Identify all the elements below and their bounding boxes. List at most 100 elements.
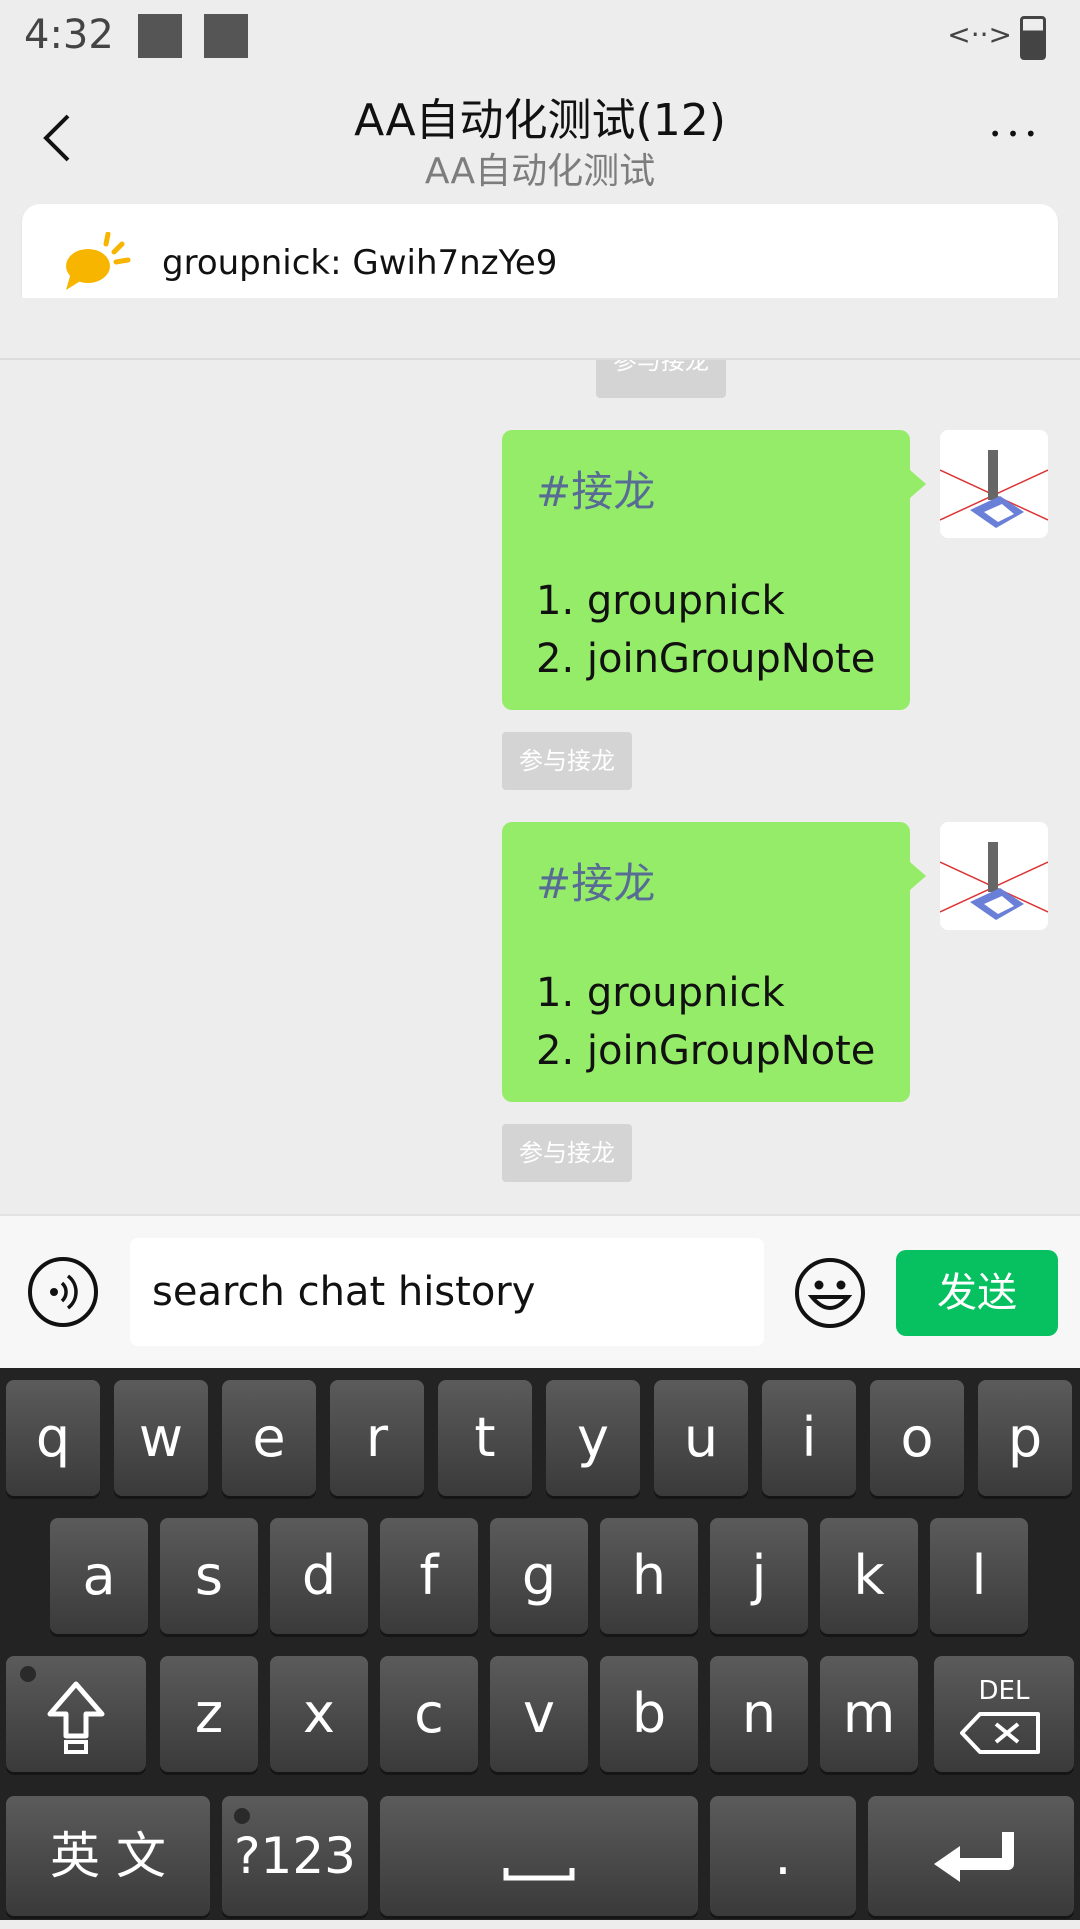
period-key[interactable]: . xyxy=(710,1796,856,1916)
key-u[interactable]: u xyxy=(654,1380,748,1496)
message-line: 2. joinGroupNote xyxy=(536,1028,876,1074)
key-d[interactable]: d xyxy=(270,1518,368,1634)
space-key[interactable] xyxy=(380,1796,698,1916)
keyboard: q w e r t y u i o p a s d f g h j k l z … xyxy=(0,1368,1080,1920)
key-label: d xyxy=(301,1544,337,1607)
key-s[interactable]: s xyxy=(160,1518,258,1634)
delete-key-label: DEL xyxy=(978,1676,1030,1706)
key-label: x xyxy=(303,1682,335,1745)
key-label: k xyxy=(853,1544,885,1607)
status-time: 4:32 xyxy=(24,12,114,58)
chat-bubble[interactable]: #接龙 1. groupnick 2. joinGroupNote xyxy=(502,430,910,710)
key-b[interactable]: b xyxy=(600,1656,698,1772)
key-label: b xyxy=(631,1682,667,1745)
language-key[interactable]: 英 文 xyxy=(6,1796,210,1916)
message-line: 2. joinGroupNote xyxy=(536,636,876,682)
key-label: 英 文 xyxy=(50,1827,166,1885)
key-label: u xyxy=(683,1406,719,1469)
notice-text: groupnick: Gwih7nzYe9 xyxy=(162,243,558,283)
join-chain-tag-label: 参与接龙 xyxy=(519,1139,615,1167)
more-icon: ••• xyxy=(989,122,1043,146)
key-l[interactable]: l xyxy=(930,1518,1028,1634)
key-label: n xyxy=(741,1682,777,1745)
join-chain-tag-label: 参与接龙 xyxy=(519,747,615,775)
space-icon xyxy=(503,1868,575,1881)
key-p[interactable]: p xyxy=(978,1380,1072,1496)
notification-icon xyxy=(138,14,182,58)
key-q[interactable]: q xyxy=(6,1380,100,1496)
key-v[interactable]: v xyxy=(490,1656,588,1772)
enter-key[interactable] xyxy=(868,1796,1074,1916)
shift-icon xyxy=(20,1666,105,1754)
message-line: 1. groupnick xyxy=(536,970,785,1016)
bubble-tail xyxy=(910,862,926,890)
avatar[interactable] xyxy=(940,822,1048,930)
key-label: p xyxy=(1007,1406,1043,1469)
symbols-key[interactable]: ?123 xyxy=(222,1796,368,1916)
key-k[interactable]: k xyxy=(820,1518,918,1634)
key-label: o xyxy=(900,1406,934,1469)
key-o[interactable]: o xyxy=(870,1380,964,1496)
join-chain-tag[interactable]: 参与接龙 xyxy=(502,1124,632,1182)
key-label: t xyxy=(474,1406,496,1469)
key-g[interactable]: g xyxy=(490,1518,588,1634)
chat-bubble[interactable]: #接龙 1. groupnick 2. joinGroupNote xyxy=(502,822,910,1102)
key-e[interactable]: e xyxy=(222,1380,316,1496)
key-label: . xyxy=(774,1824,792,1887)
indicator-dot xyxy=(234,1808,250,1824)
message-hashtag: #接龙 xyxy=(536,467,656,516)
voice-icon xyxy=(50,1274,78,1310)
battery-icon xyxy=(1020,16,1046,60)
shift-key[interactable] xyxy=(6,1656,146,1772)
key-n[interactable]: n xyxy=(710,1656,808,1772)
key-label: w xyxy=(138,1406,184,1469)
key-z[interactable]: z xyxy=(160,1656,258,1772)
key-label: l xyxy=(971,1544,987,1607)
backspace-icon xyxy=(960,1712,1040,1754)
key-label: y xyxy=(577,1406,609,1469)
message-hashtag: #接龙 xyxy=(536,859,656,908)
key-a[interactable]: a xyxy=(50,1518,148,1634)
key-w[interactable]: w xyxy=(114,1380,208,1496)
page-subtitle: AA自动化测试 xyxy=(424,151,656,192)
avatar[interactable] xyxy=(940,430,1048,538)
key-label: c xyxy=(414,1682,444,1745)
key-t[interactable]: t xyxy=(438,1380,532,1496)
key-label: j xyxy=(751,1544,767,1607)
message-input[interactable] xyxy=(130,1238,764,1346)
send-button[interactable]: 发送 xyxy=(896,1250,1058,1336)
key-label: h xyxy=(631,1544,667,1607)
more-options-button[interactable]: ••• xyxy=(986,104,1046,164)
key-label: e xyxy=(252,1406,286,1469)
key-x[interactable]: x xyxy=(270,1656,368,1772)
key-f[interactable]: f xyxy=(380,1518,478,1634)
message-line: 1. groupnick xyxy=(536,578,785,624)
key-label: z xyxy=(194,1682,224,1745)
link-icon: <··> xyxy=(947,18,1012,51)
delete-key[interactable]: DEL xyxy=(934,1656,1074,1772)
key-label: i xyxy=(801,1406,817,1469)
key-label: s xyxy=(194,1544,224,1607)
voice-button[interactable] xyxy=(28,1257,98,1327)
key-c[interactable]: c xyxy=(380,1656,478,1772)
key-label: v xyxy=(523,1682,555,1745)
join-chain-tag[interactable]: 参与接龙 xyxy=(502,732,632,790)
key-y[interactable]: y xyxy=(546,1380,640,1496)
key-label: g xyxy=(521,1544,557,1607)
key-m[interactable]: m xyxy=(820,1656,918,1772)
key-label: f xyxy=(419,1544,439,1607)
emoji-button[interactable] xyxy=(794,1257,866,1329)
page-title: AA自动化测试(12) xyxy=(354,95,726,146)
enter-icon xyxy=(934,1832,1014,1882)
key-label: m xyxy=(842,1682,896,1745)
key-j[interactable]: j xyxy=(710,1518,808,1634)
key-label: r xyxy=(365,1406,389,1469)
key-i[interactable]: i xyxy=(762,1380,856,1496)
announcement-icon xyxy=(62,231,132,292)
key-r[interactable]: r xyxy=(330,1380,424,1496)
key-h[interactable]: h xyxy=(600,1518,698,1634)
header-mask xyxy=(0,298,1080,360)
emoji-icon xyxy=(795,1258,865,1328)
divider xyxy=(0,358,1080,360)
notification-icon xyxy=(204,14,248,58)
